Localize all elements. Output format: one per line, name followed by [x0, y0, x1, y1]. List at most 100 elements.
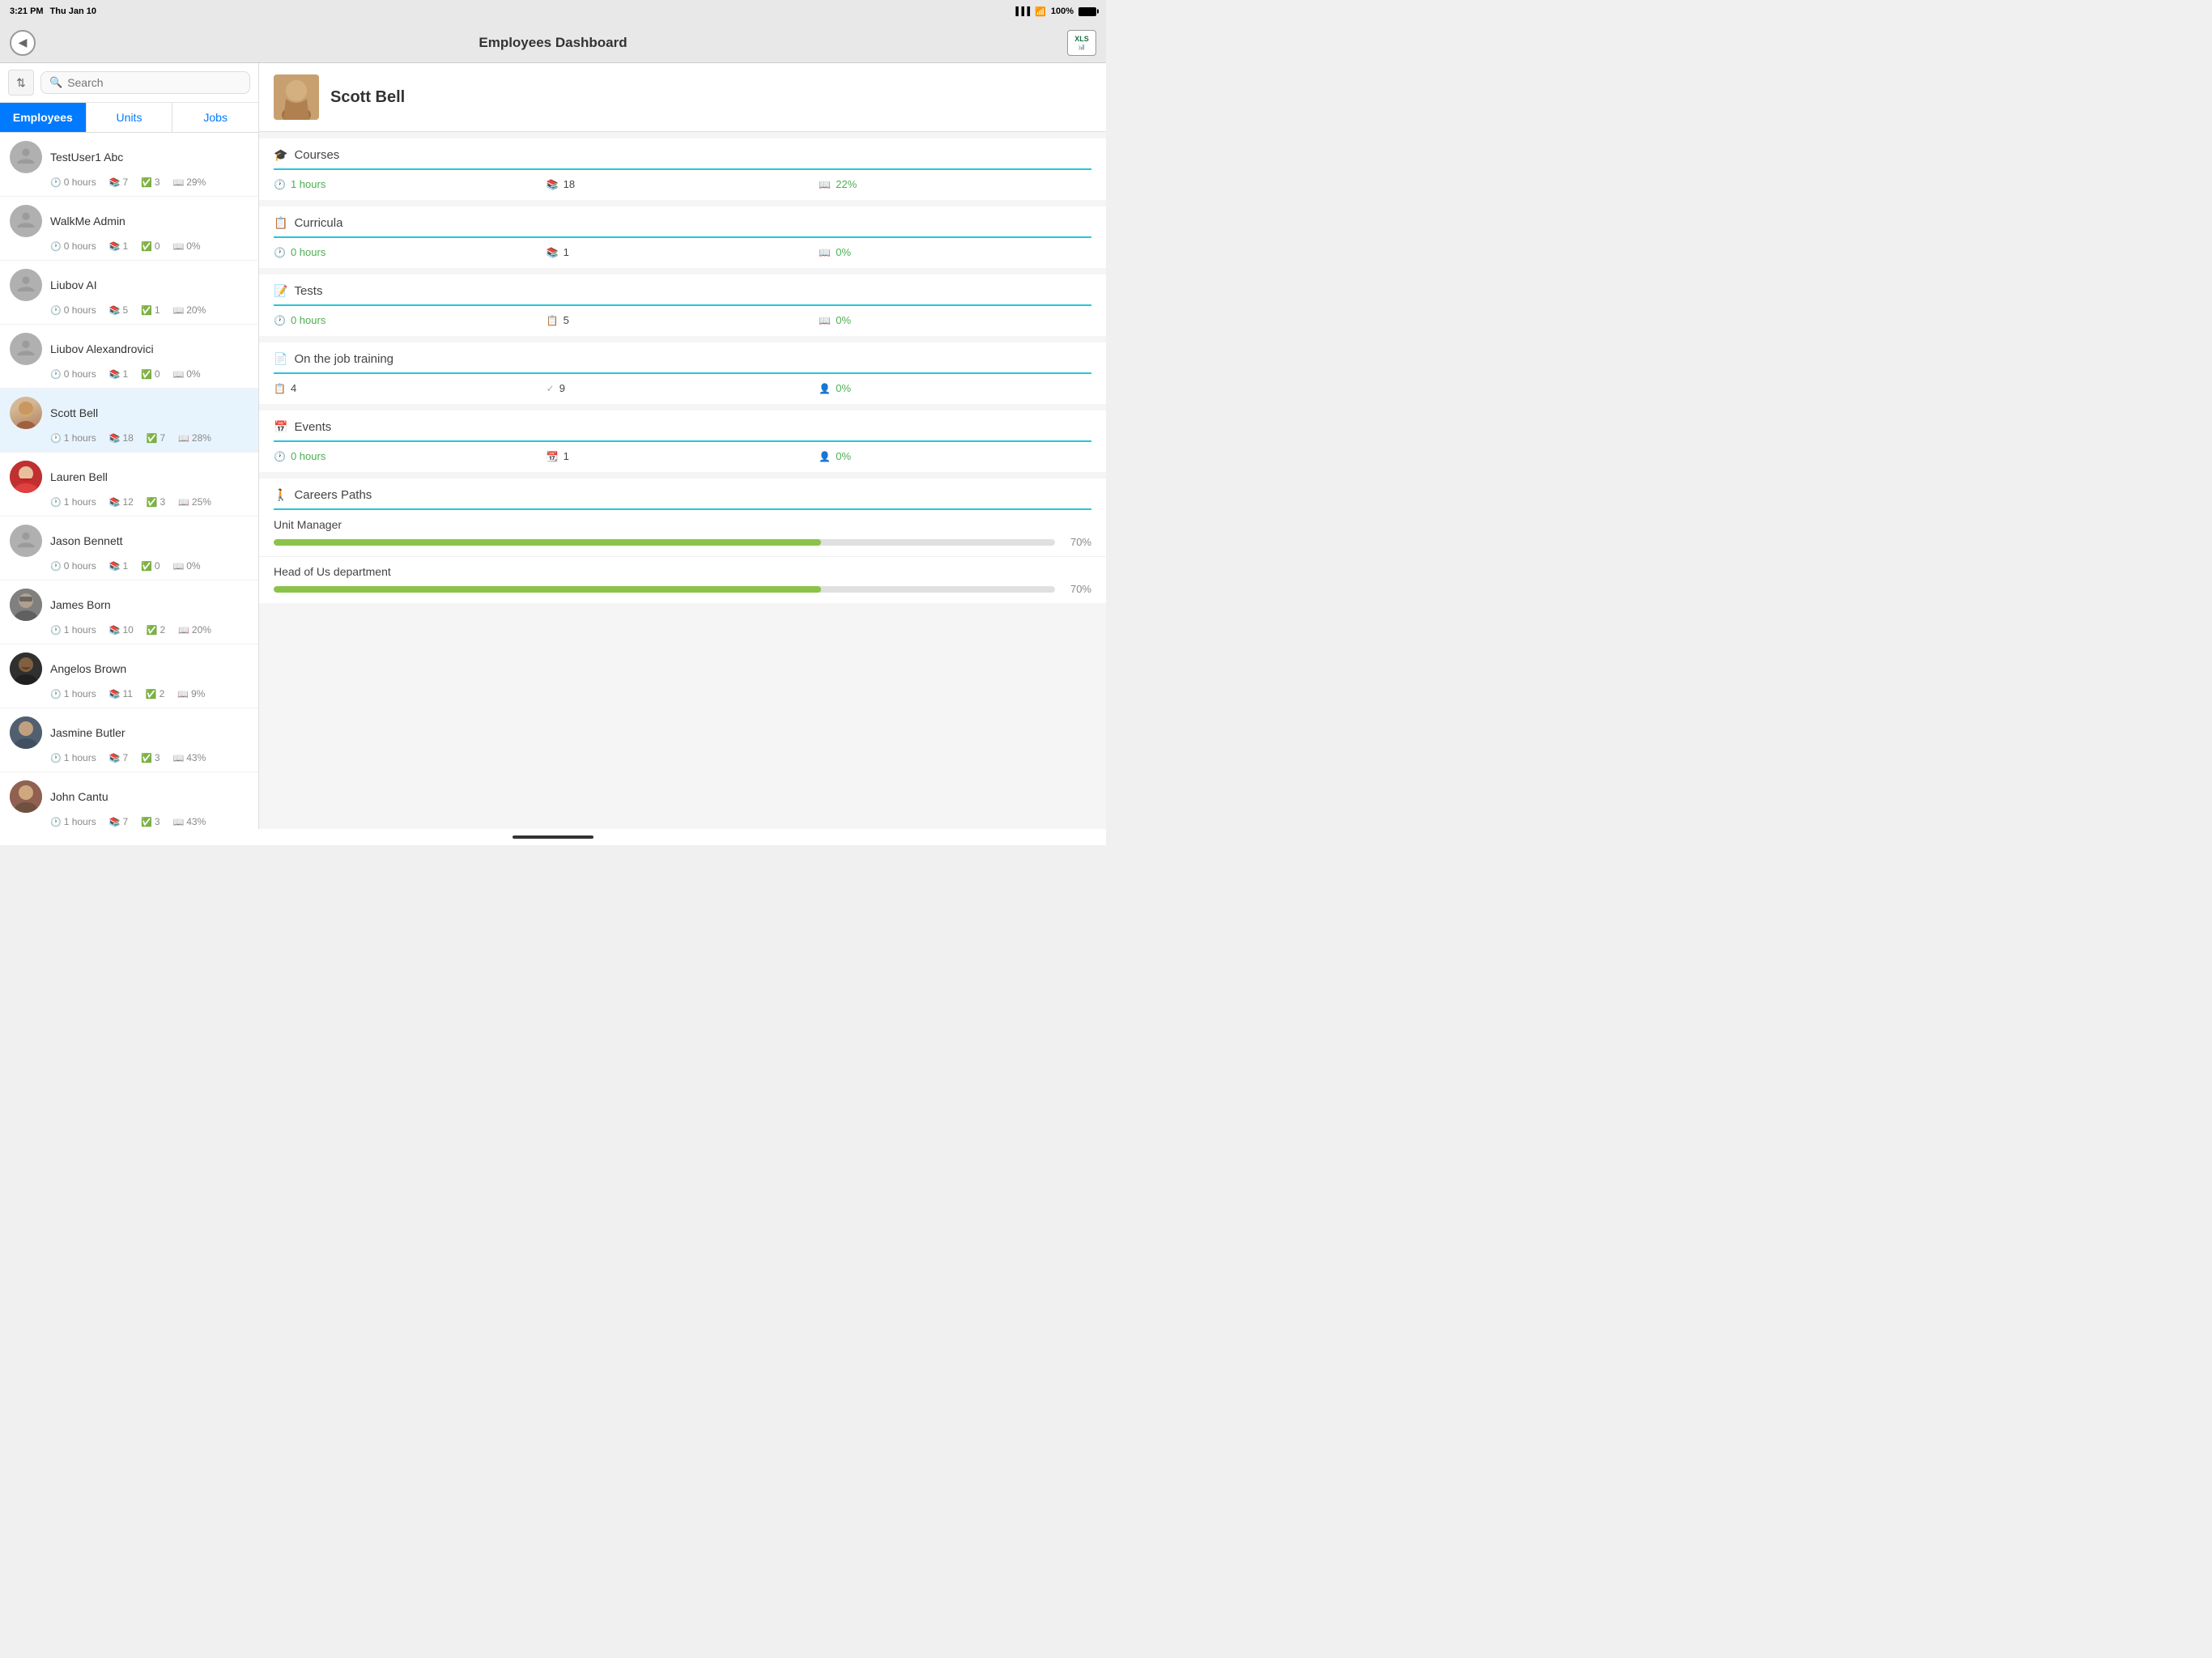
courses-header: 🎓 Courses: [259, 138, 1106, 168]
employee-stats: 🕐0 hours 📚1 ✅0 📖0%: [10, 240, 249, 252]
home-bar[interactable]: [513, 835, 593, 839]
avatar: [10, 716, 42, 749]
search-input[interactable]: [67, 76, 241, 89]
curricula-count: 📚 1: [547, 246, 819, 258]
employee-item[interactable]: Lauren Bell 🕐1 hours 📚12 ✅3 📖25%: [0, 453, 258, 517]
clock-icon: 🕐: [50, 369, 62, 380]
progress-bar-fill: [274, 586, 821, 593]
employee-item[interactable]: James Born 🕐1 hours 📚10 ✅2 📖20%: [0, 580, 258, 644]
courses-hours: 🕐 1 hours: [274, 178, 547, 190]
status-date: Thu Jan 10: [50, 6, 96, 16]
employee-list: TestUser1 Abc 🕐0 hours 📚7 ✅3 📖29% WalkMe…: [0, 133, 258, 829]
employee-stats: 🕐0 hours 📚7 ✅3 📖29%: [10, 176, 249, 188]
back-button[interactable]: ◀: [10, 30, 36, 56]
progress-icon: 📖: [173, 177, 185, 188]
excel-label: 📊: [1078, 44, 1086, 50]
signal-icon: ▐▐▐: [1013, 7, 1030, 16]
list-icon: 📋: [274, 383, 286, 394]
progress-pct: 70%: [1063, 583, 1091, 595]
tests-header: 📝 Tests: [259, 274, 1106, 304]
progress-icon: 📖: [173, 753, 185, 763]
profile-header: Scott Bell: [259, 63, 1106, 132]
employee-item[interactable]: WalkMe Admin 🕐0 hours 📚1 ✅0 📖0%: [0, 197, 258, 261]
check-icon: ✅: [141, 241, 152, 252]
avatar: [10, 461, 42, 493]
book-icon: 📚: [109, 177, 121, 188]
progress-pct: 70%: [1063, 536, 1091, 548]
ojt-count1: 📋 4: [274, 382, 547, 394]
courses-count: 📚 18: [547, 178, 819, 190]
book-icon: 📚: [109, 817, 121, 827]
employee-name: Scott Bell: [50, 406, 98, 419]
tests-body: 🕐 0 hours 📋 5 📖 0%: [259, 306, 1106, 336]
tab-employees[interactable]: Employees: [0, 103, 87, 132]
excel-export-button[interactable]: XLS 📊: [1067, 30, 1096, 56]
check-icon: ✅: [147, 433, 158, 444]
book-icon: 📚: [109, 753, 121, 763]
page-title: Employees Dashboard: [479, 35, 627, 51]
ojt-body: 📋 4 ✓ 9 👤 0%: [259, 374, 1106, 404]
person-icon: 👤: [819, 451, 831, 462]
calendar-icon: 📆: [547, 451, 559, 462]
employee-name: Liubov AI: [50, 278, 97, 291]
main-layout: ⇅ 🔍 Employees Units Jobs: [0, 63, 1106, 829]
list-icon: 📋: [547, 315, 559, 326]
search-wrapper[interactable]: 🔍: [40, 71, 250, 94]
progress-bar-bg: [274, 539, 1055, 546]
back-icon: ◀: [19, 36, 28, 49]
sort-button[interactable]: ⇅: [8, 70, 34, 96]
ojt-count2: ✓ 9: [547, 382, 819, 394]
ojt-label: On the job training: [294, 352, 393, 366]
employee-item[interactable]: Jason Bennett 🕐0 hours 📚1 ✅0 📖0%: [0, 517, 258, 580]
book-icon: 📚: [109, 689, 121, 699]
curricula-icon: 📋: [274, 216, 287, 230]
clock-icon: 🕐: [50, 817, 62, 827]
book-icon: 📚: [109, 625, 121, 636]
employee-item[interactable]: Liubov Alexandrovici 🕐0 hours 📚1 ✅0 📖0%: [0, 325, 258, 389]
career-item: Head of Us department 70%: [259, 557, 1106, 603]
ojt-pct: 👤 0%: [819, 382, 1091, 394]
progress-icon: 📖: [819, 247, 831, 258]
app-header: ◀ Employees Dashboard XLS 📊: [0, 23, 1106, 63]
events-label: Events: [294, 420, 331, 434]
tab-units[interactable]: Units: [87, 103, 173, 132]
employee-item[interactable]: John Cantu 🕐1 hours 📚7 ✅3 📖43%: [0, 772, 258, 829]
employee-item[interactable]: Liubov AI 🕐0 hours 📚5 ✅1 📖20%: [0, 261, 258, 325]
progress-icon: 📖: [173, 369, 185, 380]
employee-stats: 🕐1 hours 📚10 ✅2 📖20%: [10, 624, 249, 636]
status-bar: 3:21 PM Thu Jan 10 ▐▐▐ 📶 100%: [0, 0, 1106, 23]
profile-photo: [274, 74, 319, 120]
employee-item[interactable]: Scott Bell 🕐1 hours 📚18 ✅7 📖28%: [0, 389, 258, 453]
right-panel: Scott Bell 🎓 Courses 🕐 1 hours 📚 18 📖: [259, 63, 1106, 829]
career-progress: 70%: [274, 583, 1091, 595]
curricula-section: 📋 Curricula 🕐 0 hours 📚 1 📖 0%: [259, 206, 1106, 268]
book-icon: 📚: [109, 241, 121, 252]
avatar: [10, 141, 42, 173]
completed-val: 3: [155, 176, 160, 188]
employee-item[interactable]: Jasmine Butler 🕐1 hours 📚7 ✅3 📖43%: [0, 708, 258, 772]
book-icon: 📚: [109, 305, 121, 316]
clock-icon: 🕐: [274, 179, 286, 190]
career-title: Unit Manager: [274, 518, 1091, 531]
book-icon: 📚: [109, 369, 121, 380]
battery-pct: 100%: [1051, 6, 1074, 16]
left-panel: ⇅ 🔍 Employees Units Jobs: [0, 63, 259, 829]
check-icon: ✅: [147, 625, 158, 636]
tab-jobs[interactable]: Jobs: [172, 103, 258, 132]
events-header: 📅 Events: [259, 410, 1106, 440]
progress-bar-fill: [274, 539, 821, 546]
check-icon: ✅: [141, 177, 152, 188]
employee-item[interactable]: Angelos Brown 🕐1 hours 📚11 ✅2 📖9%: [0, 644, 258, 708]
employee-item[interactable]: TestUser1 Abc 🕐0 hours 📚7 ✅3 📖29%: [0, 133, 258, 197]
employee-stats: 🕐1 hours 📚12 ✅3 📖25%: [10, 496, 249, 508]
employee-stats: 🕐0 hours 📚5 ✅1 📖20%: [10, 304, 249, 316]
employee-stats: 🕐1 hours 📚11 ✅2 📖9%: [10, 688, 249, 699]
check-icon: ✅: [147, 497, 158, 508]
progress-icon: 📖: [178, 497, 189, 508]
ojt-header: 📄 On the job training: [259, 342, 1106, 372]
progress-icon: 📖: [173, 561, 185, 572]
clock-icon: 🕐: [274, 247, 286, 258]
search-icon: 🔍: [49, 76, 62, 89]
tests-section: 📝 Tests 🕐 0 hours 📋 5 📖 0%: [259, 274, 1106, 336]
tests-label: Tests: [294, 284, 322, 298]
